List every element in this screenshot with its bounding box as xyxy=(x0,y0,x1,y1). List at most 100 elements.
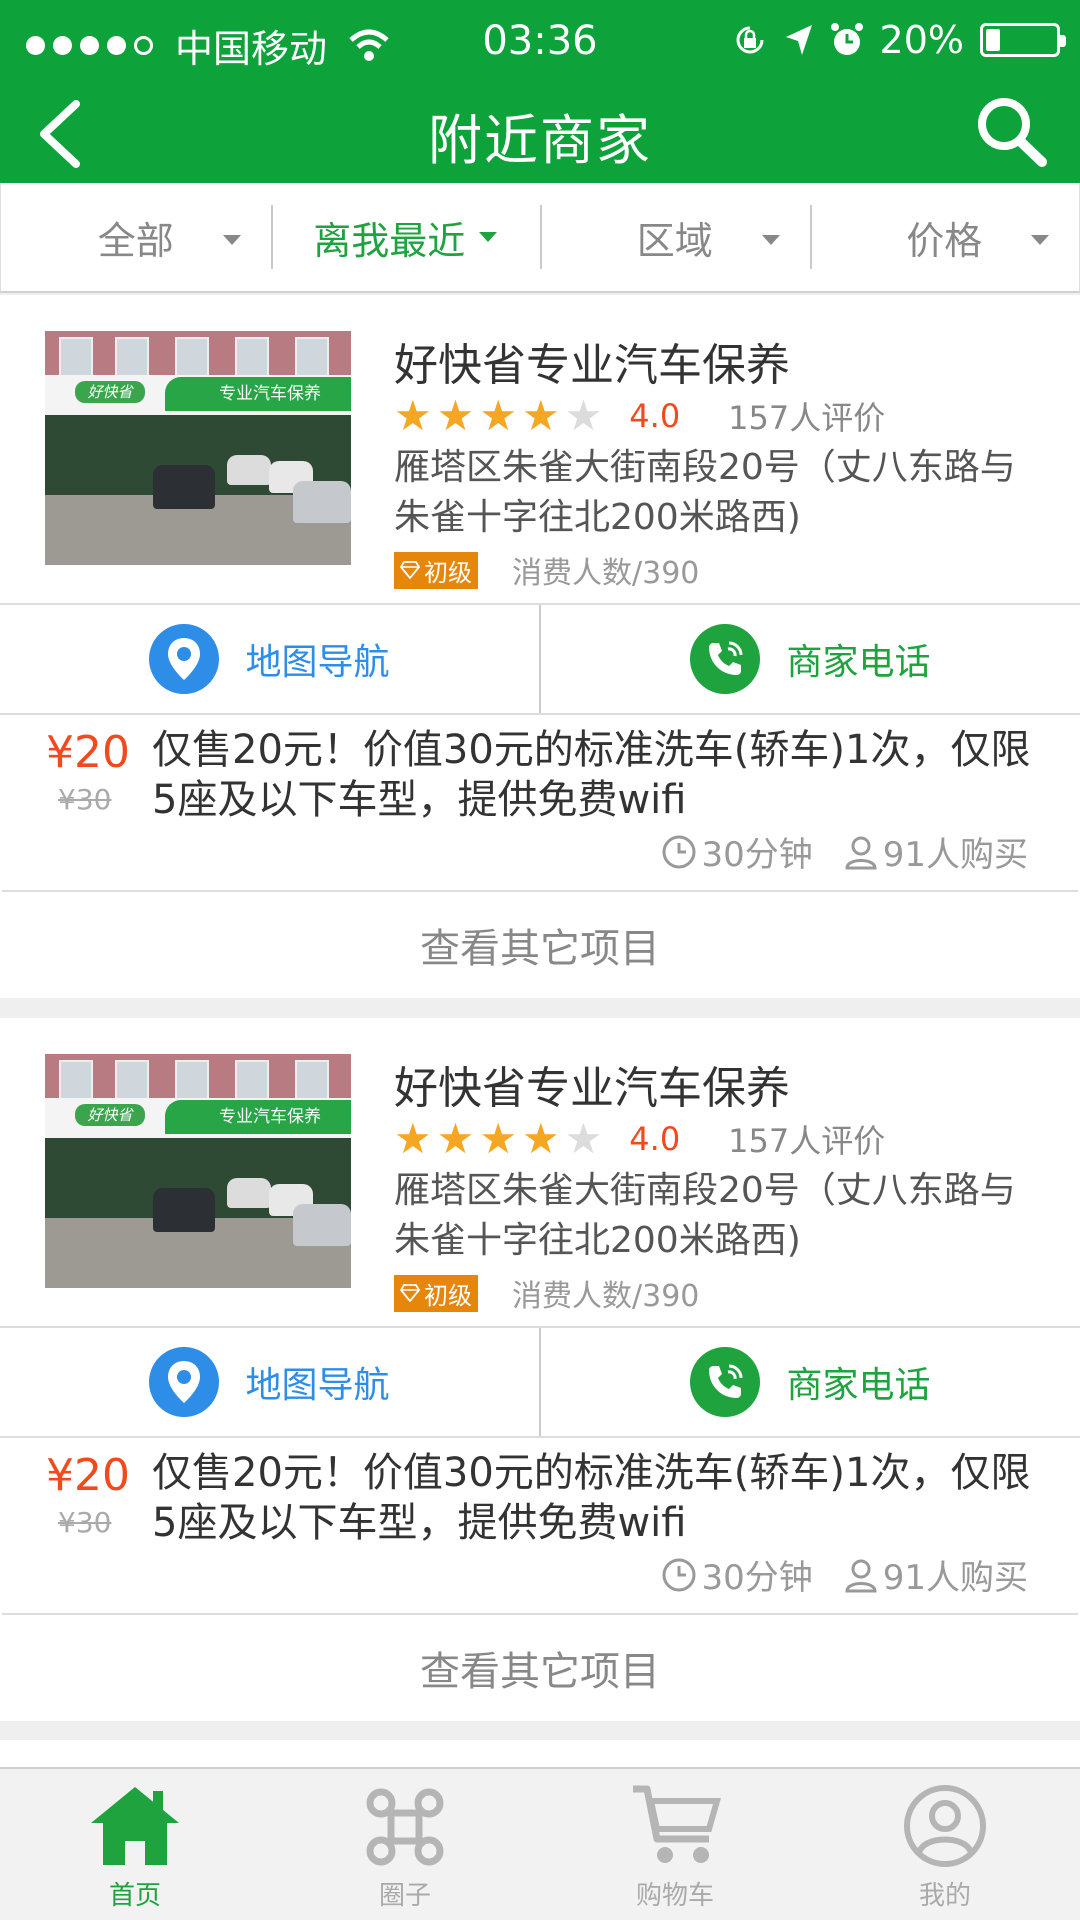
rating-score: 4.0 xyxy=(629,397,681,435)
level-text: 初级 xyxy=(424,1281,472,1310)
filter-all[interactable]: 全部 xyxy=(1,183,271,291)
deal-duration: 30分钟 xyxy=(701,835,813,875)
phone-icon xyxy=(690,1347,761,1417)
merchant-card: 好快省 专业汽车保养 好快省专业汽车保养 ★ ★ ★ ★ ★ 4.0 157人评… xyxy=(0,1018,1080,1721)
merchant-level: 初级 消费人数/390 xyxy=(394,1271,699,1315)
person-icon xyxy=(845,1559,877,1592)
diamond-icon xyxy=(400,1284,420,1302)
view-more-button[interactable]: 查看其它项目 xyxy=(0,892,1080,998)
map-navigation-button[interactable]: 地图导航 xyxy=(0,1328,539,1436)
star-icon: ★ xyxy=(436,1114,475,1163)
map-navigation-label: 地图导航 xyxy=(245,1365,390,1406)
merchant-phone-button[interactable]: 商家电话 xyxy=(539,1328,1080,1436)
merchant-phone-label: 商家电话 xyxy=(786,1365,931,1406)
deal-price: ¥20 xyxy=(46,727,130,778)
deal-buyers: 91人购买 xyxy=(882,1558,1028,1598)
clock-icon xyxy=(662,835,696,868)
merchant-level: 初级 消费人数/390 xyxy=(394,548,699,592)
merchant-card-partial xyxy=(0,1740,1080,1770)
search-icon[interactable] xyxy=(970,88,1050,172)
status-bar: 中国移动 03:36 20% xyxy=(0,0,1080,80)
battery-icon xyxy=(980,23,1066,57)
deal-item[interactable]: ¥20 ¥30 仅售20元！价值30元的标准洗车(轿车)1次，仅限5座及以下车型… xyxy=(2,1438,1078,1615)
shop-sign: 专业汽车保养 xyxy=(165,377,351,411)
merchant-address: 雁塔区朱雀大街南段20号（丈八东路与朱雀十字往北200米路西) xyxy=(394,447,1016,538)
dropdown-triangle-icon xyxy=(222,235,241,245)
level-badge: 初级 xyxy=(394,1274,478,1312)
merchant-photo: 好快省 专业汽车保养 xyxy=(45,1054,351,1288)
star-icon: ★ xyxy=(521,1114,560,1163)
person-icon xyxy=(845,836,877,869)
filter-label: 全部 xyxy=(97,218,174,263)
filter-label: 区域 xyxy=(636,218,713,263)
star-icon: ★ xyxy=(479,1114,517,1163)
review-count: 157人评价 xyxy=(728,399,886,437)
filter-nearest[interactable]: 离我最近 xyxy=(270,183,541,291)
dropdown-triangle-icon xyxy=(479,232,498,242)
map-pin-icon xyxy=(149,1347,220,1417)
filter-label: 离我最近 xyxy=(313,218,466,263)
map-pin-icon xyxy=(149,624,220,694)
star-icon: ★ xyxy=(479,391,517,440)
filter-area[interactable]: 区域 xyxy=(540,183,810,291)
merchant-phone-button[interactable]: 商家电话 xyxy=(539,605,1080,713)
star-icon: ★ xyxy=(521,391,560,440)
nav-row: 附近商家 xyxy=(0,80,1080,183)
tab-home[interactable]: 首页 xyxy=(0,1769,270,1920)
page-title: 附近商家 xyxy=(428,109,652,172)
merchant-info[interactable]: 好快省 专业汽车保养 好快省专业汽车保养 ★ ★ ★ ★ ★ 4.0 157人评… xyxy=(0,1018,1080,1328)
shop-sign: 专业汽车保养 xyxy=(165,1100,351,1134)
view-more-button[interactable]: 查看其它项目 xyxy=(0,1615,1080,1721)
tab-cart[interactable]: 购物车 xyxy=(540,1769,810,1920)
deal-meta: 30分钟 91人购买 xyxy=(661,827,1028,876)
rating: ★ ★ ★ ★ ★ 4.0 157人评价 xyxy=(394,393,885,439)
shop-sign-text: 专业汽车保养 xyxy=(219,1107,321,1127)
home-icon xyxy=(91,1787,179,1865)
profile-icon xyxy=(904,1785,986,1867)
rating: ★ ★ ★ ★ ★ 4.0 157人评价 xyxy=(394,1116,885,1162)
shop-logo-text: 好快省 xyxy=(87,383,133,401)
map-navigation-button[interactable]: 地图导航 xyxy=(0,605,539,713)
star-icon: ★ xyxy=(436,391,475,440)
tab-mine[interactable]: 我的 xyxy=(810,1769,1080,1920)
tab-label: 我的 xyxy=(918,1881,971,1911)
deal-description: 仅售20元！价值30元的标准洗车(轿车)1次，仅限5座及以下车型，提供免费wif… xyxy=(152,727,1031,823)
merchant-card: 好快省 专业汽车保养 好快省专业汽车保养 ★ ★ ★ ★ ★ 4.0 157人评… xyxy=(0,295,1080,998)
filter-bar: 全部 离我最近 区域 价格 xyxy=(0,183,1080,293)
deal-item[interactable]: ¥20 ¥30 仅售20元！价值30元的标准洗车(轿车)1次，仅限5座及以下车型… xyxy=(2,715,1078,892)
diamond-icon xyxy=(400,561,420,579)
deal-duration: 30分钟 xyxy=(701,1558,813,1598)
star-icon: ★ xyxy=(394,1114,432,1163)
consumer-count: 消费人数/390 xyxy=(512,1279,700,1314)
location-arrow-icon xyxy=(785,25,812,55)
tab-circle[interactable]: 圈子 xyxy=(270,1769,540,1920)
battery-percent: 20% xyxy=(879,18,964,62)
merchant-info[interactable]: 好快省 专业汽车保养 好快省专业汽车保养 ★ ★ ★ ★ ★ 4.0 157人评… xyxy=(0,295,1080,605)
merchant-name: 好快省专业汽车保养 xyxy=(394,1063,790,1114)
alarm-icon xyxy=(830,23,863,55)
tab-label: 购物车 xyxy=(635,1881,714,1911)
deal-buyers: 91人购买 xyxy=(882,835,1028,875)
tab-label: 圈子 xyxy=(378,1881,431,1911)
deal-price: ¥20 xyxy=(46,1450,130,1501)
tab-label: 首页 xyxy=(108,1881,161,1911)
consumer-count: 消费人数/390 xyxy=(512,556,700,591)
deal-meta: 30分钟 91人购买 xyxy=(661,1550,1028,1599)
star-empty-icon: ★ xyxy=(564,391,603,440)
deal-description: 仅售20元！价值30元的标准洗车(轿车)1次，仅限5座及以下车型，提供免费wif… xyxy=(152,1450,1031,1546)
rating-score: 4.0 xyxy=(629,1120,681,1158)
review-count: 157人评价 xyxy=(728,1122,886,1160)
merchant-address: 雁塔区朱雀大街南段20号（丈八东路与朱雀十字往北200米路西) xyxy=(394,1170,1016,1261)
clock-icon xyxy=(662,1558,696,1591)
level-text: 初级 xyxy=(424,558,472,587)
star-icon: ★ xyxy=(394,391,432,440)
shop-logo-text: 好快省 xyxy=(87,1106,133,1124)
star-empty-icon: ★ xyxy=(564,1114,603,1163)
bottom-tab-bar: 首页 圈子 购物车 我的 xyxy=(0,1767,1080,1920)
shop-logo: 好快省 xyxy=(75,1104,145,1126)
filter-price[interactable]: 价格 xyxy=(809,183,1080,291)
filter-label: 价格 xyxy=(906,218,983,263)
app-header: 中国移动 03:36 20% 附近商家 xyxy=(0,0,1080,183)
status-right: 20% xyxy=(732,18,1066,62)
original-price: ¥30 xyxy=(58,783,112,816)
